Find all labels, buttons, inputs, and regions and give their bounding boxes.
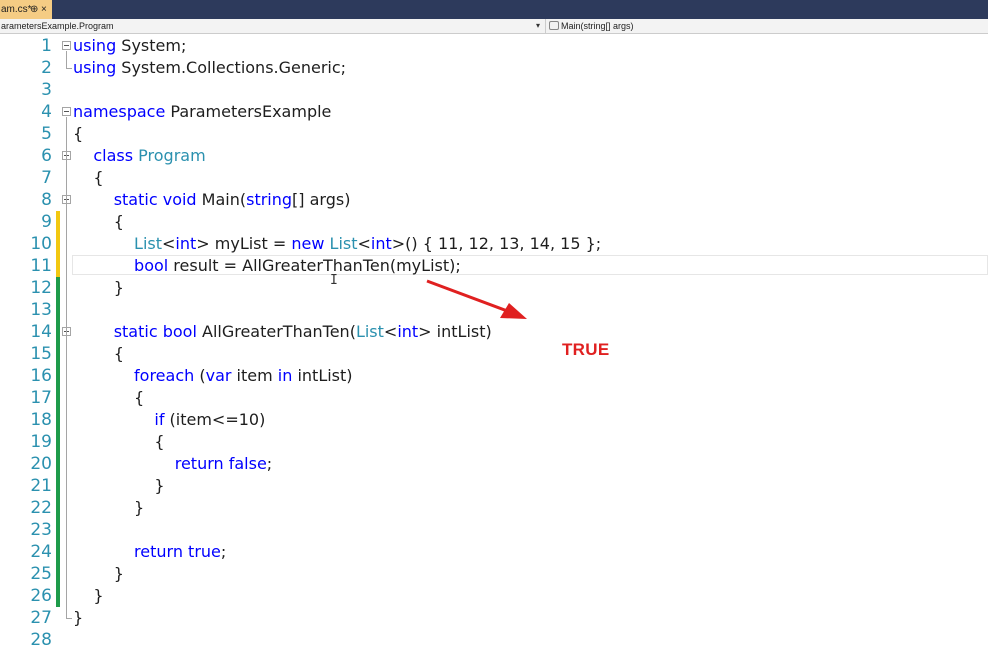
text-cursor-icon: I	[330, 273, 338, 288]
annotation-arrow	[426, 279, 527, 319]
arrow-shaft	[426, 279, 511, 314]
true-annotation: TRUE	[562, 340, 610, 359]
